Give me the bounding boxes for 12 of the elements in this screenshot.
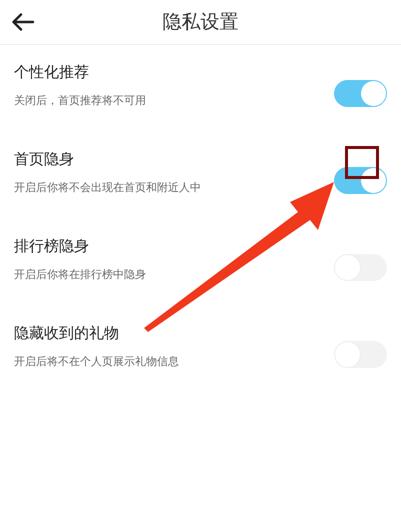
setting-description: 关闭后，首页推荐将不可用 bbox=[14, 94, 147, 108]
page-title: 隐私设置 bbox=[162, 10, 238, 35]
highlight-rectangle bbox=[345, 146, 379, 179]
toggle-switch[interactable] bbox=[334, 80, 387, 107]
setting-title: 首页隐身 bbox=[14, 149, 75, 169]
setting-title: 排行榜隐身 bbox=[14, 236, 90, 256]
setting-description: 开启后你将不会出现在首页和附近人中 bbox=[14, 181, 202, 195]
setting-title: 个性化推荐 bbox=[14, 62, 90, 82]
setting-description: 开启后将不在个人页展示礼物信息 bbox=[14, 355, 180, 369]
setting-title: 隐藏收到的礼物 bbox=[14, 323, 120, 343]
setting-description: 开启后你将在排行榜中隐身 bbox=[14, 268, 147, 282]
back-arrow-icon bbox=[11, 13, 35, 31]
